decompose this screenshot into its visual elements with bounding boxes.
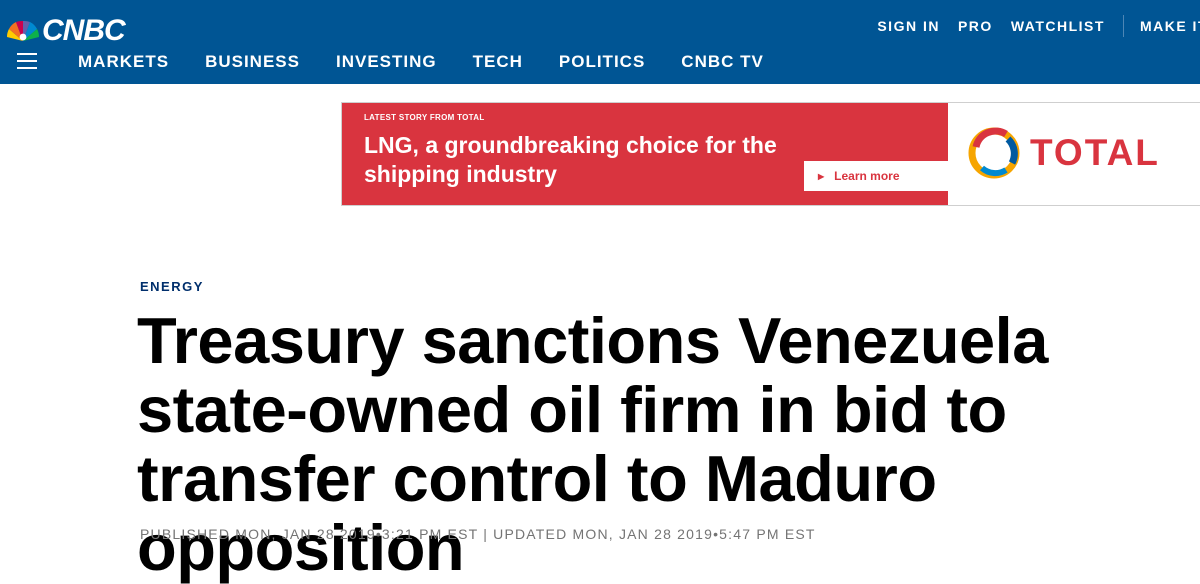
advertiser-logo[interactable]: TOTAL <box>966 125 1160 181</box>
learn-more-label: Learn more <box>834 169 900 183</box>
ad-banner[interactable]: LATEST STORY FROM TOTAL LNG, a groundbre… <box>341 102 1200 206</box>
ad-headline: LNG, a groundbreaking choice for the shi… <box>364 132 777 187</box>
nav-item-investing[interactable]: INVESTING <box>336 52 437 72</box>
nav-item-business[interactable]: BUSINESS <box>205 52 300 72</box>
make-it-link[interactable]: MAKE IT <box>1140 18 1200 34</box>
ad-eyebrow: LATEST STORY FROM TOTAL <box>364 113 485 122</box>
pro-link[interactable]: PRO <box>958 18 993 34</box>
logo-text: CNBC <box>42 14 126 47</box>
nav-item-politics[interactable]: POLITICS <box>559 52 645 72</box>
menu-icon[interactable] <box>17 53 37 69</box>
utility-divider <box>1122 15 1124 37</box>
total-logo-icon <box>968 127 1020 179</box>
nav-item-tech[interactable]: TECH <box>473 52 523 72</box>
play-arrow-icon: ▶ <box>818 171 825 181</box>
main-nav: MARKETS BUSINESS INVESTING TECH POLITICS… <box>78 52 800 72</box>
total-logo-text: TOTAL <box>1030 132 1160 173</box>
nav-item-markets[interactable]: MARKETS <box>78 52 169 72</box>
site-header: CNBC SIGN IN PRO WATCHLIST MAKE IT MARKE… <box>0 0 1200 84</box>
ad-panel: LATEST STORY FROM TOTAL LNG, a groundbre… <box>342 103 948 205</box>
sign-in-link[interactable]: SIGN IN <box>877 18 940 34</box>
cnbc-logo[interactable]: CNBC <box>6 14 126 48</box>
watchlist-link[interactable]: WATCHLIST <box>1011 18 1105 34</box>
learn-more-button[interactable]: ▶ Learn more <box>804 161 948 191</box>
peacock-icon <box>6 20 40 41</box>
publish-timestamp: PUBLISHED MON, JAN 28 2019•3:21 PM EST |… <box>140 526 816 542</box>
utility-nav: SIGN IN PRO WATCHLIST MAKE IT <box>877 15 1200 37</box>
section-label[interactable]: ENERGY <box>140 279 204 294</box>
nav-item-cnbc-tv[interactable]: CNBC TV <box>681 52 764 72</box>
